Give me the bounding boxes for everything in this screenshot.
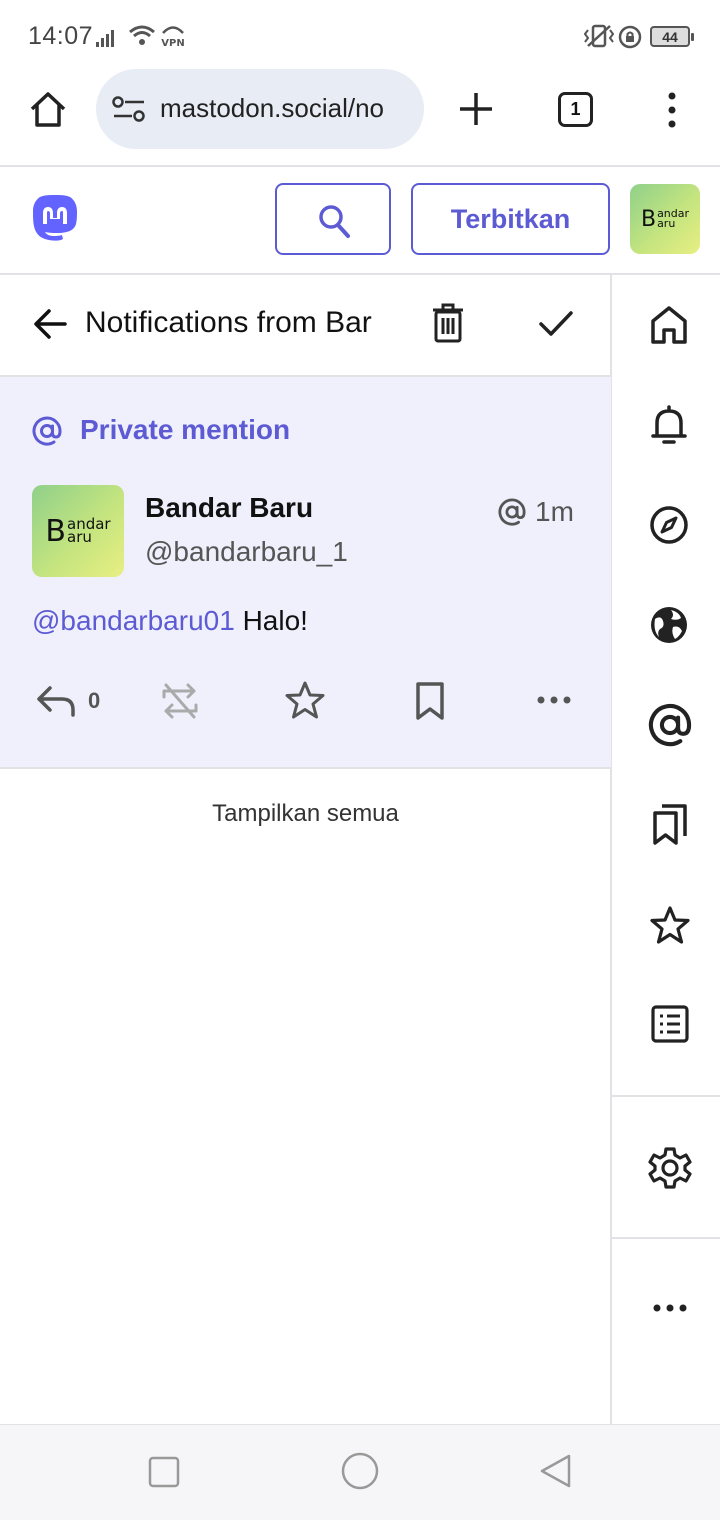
- recents-icon[interactable]: [148, 1456, 180, 1488]
- signal-icon: [96, 30, 114, 47]
- trash-icon[interactable]: [431, 303, 465, 343]
- browser-menu-icon[interactable]: [660, 91, 684, 129]
- compass-icon[interactable]: [649, 505, 689, 545]
- mentions-at-icon[interactable]: [648, 703, 692, 747]
- gear-icon[interactable]: [648, 1146, 692, 1190]
- reply-count: 0: [88, 688, 101, 713]
- avatar-text-bottom: aru: [657, 217, 676, 230]
- at-icon: [32, 416, 62, 446]
- divider: [611, 1095, 720, 1097]
- column-title: Notifications from Bar: [85, 306, 372, 339]
- avatar-text-bottom: aru: [67, 528, 92, 546]
- visibility-mention-icon: [498, 498, 526, 526]
- bookmark-icon[interactable]: [414, 681, 446, 721]
- favourite-star-icon[interactable]: [285, 680, 325, 720]
- bell-icon[interactable]: [651, 404, 687, 446]
- divider: [0, 165, 720, 167]
- svg-text:VPN: VPN: [161, 38, 184, 48]
- user-avatar[interactable]: B andar aru: [630, 184, 700, 254]
- divider: [0, 767, 611, 769]
- tab-switcher-button[interactable]: 1: [558, 92, 593, 127]
- post-content: @bandarbaru01 Halo!: [32, 605, 308, 637]
- notification-type-label: Private mention: [80, 414, 291, 445]
- post-timestamp[interactable]: 1m: [535, 496, 574, 528]
- vpn-icon: VPN: [161, 26, 185, 48]
- back-arrow-icon[interactable]: [32, 306, 68, 342]
- back-nav-icon[interactable]: [538, 1453, 572, 1489]
- mastodon-logo[interactable]: [31, 195, 79, 245]
- home-nav-icon[interactable]: [341, 1452, 379, 1490]
- clock: 14:07: [28, 22, 94, 50]
- bookmarks-icon[interactable]: [652, 803, 688, 845]
- publish-button[interactable]: Terbitkan: [411, 183, 610, 255]
- author-handle[interactable]: @bandarbaru_1: [145, 536, 348, 568]
- search-icon: [319, 205, 350, 238]
- more-icon[interactable]: [652, 1302, 688, 1314]
- new-tab-icon[interactable]: [458, 91, 494, 127]
- vibrate-icon: [584, 24, 614, 48]
- more-options-icon[interactable]: [536, 694, 572, 706]
- home-browser-icon[interactable]: [28, 89, 68, 129]
- battery-indicator: 44: [650, 26, 694, 47]
- search-button[interactable]: [275, 183, 391, 255]
- list-icon[interactable]: [651, 1005, 689, 1043]
- divider: [0, 273, 720, 275]
- post-mention-link[interactable]: @bandarbaru01: [32, 605, 235, 636]
- home-icon[interactable]: [650, 305, 688, 345]
- post-text: Halo!: [234, 605, 308, 636]
- avatar-initial: B: [45, 513, 66, 549]
- show-all-link[interactable]: Tampilkan semua: [0, 800, 611, 828]
- rotation-lock-icon: [618, 25, 642, 49]
- url-text[interactable]: mastodon.social/no: [160, 93, 410, 124]
- status-bar: 14:07 VPN 44: [0, 0, 720, 70]
- reply-icon[interactable]: [36, 684, 76, 718]
- wifi-icon: [129, 25, 155, 45]
- avatar-initial: B: [640, 206, 657, 232]
- star-icon[interactable]: [650, 905, 690, 945]
- check-icon[interactable]: [538, 309, 574, 339]
- boost-disabled-icon: [162, 683, 198, 719]
- author-display-name[interactable]: Bandar Baru: [145, 492, 313, 524]
- globe-icon[interactable]: [649, 605, 689, 645]
- author-avatar[interactable]: B andar aru: [32, 485, 124, 577]
- divider: [611, 1237, 720, 1239]
- site-settings-icon[interactable]: [112, 95, 146, 123]
